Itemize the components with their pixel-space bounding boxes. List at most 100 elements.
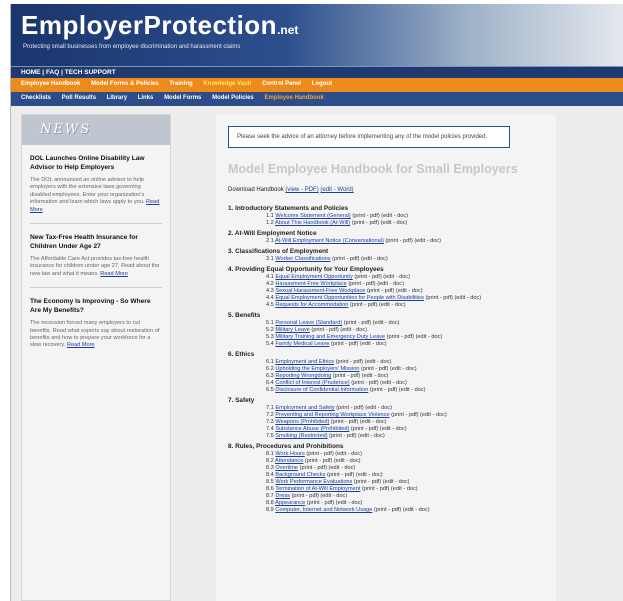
policy-link[interactable]: Employment and Safety [275,405,334,411]
nav-employee-handbook[interactable]: Employee Handbook [21,81,80,87]
main-content: Please seek the advice of an attorney be… [216,114,556,601]
subnav-model-forms[interactable]: Model Forms [164,95,201,101]
policy-link[interactable]: Computer, Internet and Network Usage [275,507,372,513]
policy-link[interactable]: Smoking (Restricted) [275,433,327,439]
policy-link[interactable]: Upholding the Employers' Mission [275,366,359,372]
policy-formats[interactable]: (print - pdf) (edit - doc) [362,486,418,492]
top-nav-tech-support[interactable]: TECH SUPPORT [65,69,116,76]
policy-link[interactable]: Attendance [275,458,303,464]
handbook-item: 8.6 Termination of At-Will Employment (p… [228,486,556,493]
subnav-library[interactable]: Library [107,95,127,101]
policy-formats[interactable]: (print - pdf) (edit - doc) [350,302,406,308]
policy-formats[interactable]: (print - pdf) (edit - doc) [367,288,423,294]
policy-link[interactable]: Equal Employment Opportunities for Peopl… [275,295,424,301]
policy-formats[interactable]: (print - pdf) (edit - doc) [361,366,417,372]
policy-link[interactable]: Disclosure of Confidential Information [275,387,368,393]
policy-formats[interactable]: (print - pdf) (edit - doc) [351,426,407,432]
policy-link[interactable]: At-Will Employment Notice (Conversationa… [275,238,384,244]
policy-formats[interactable]: (print - pdf) (edit - doc) [300,465,356,471]
news-headline[interactable]: The Economy Is Improving - So Where Are … [30,298,162,315]
read-more-link[interactable]: Read More [100,271,128,277]
policy-link[interactable]: About This Handbook (At-Will) [275,220,350,226]
policy-formats[interactable]: (print - pdf) (edit - doc) [387,334,443,340]
policy-formats[interactable]: (print - pdf) (edit - doc) [391,412,447,418]
download-pdf-link[interactable]: (view - PDF) [285,187,318,193]
nav-logout[interactable]: Logout [312,81,332,87]
policy-link[interactable]: Equal Employment Opportunity [275,274,352,280]
policy-link[interactable]: Substance Abuse (Prohibited) [275,426,349,432]
subnav-model-policies[interactable]: Model Policies [212,95,254,101]
policy-formats[interactable]: (print - pdf) (edit - doc) [336,359,392,365]
policy-link[interactable]: Worker Classifications [275,256,330,262]
policy-link[interactable]: Military Training and Emergency Duty Lea… [275,334,385,340]
policy-link[interactable]: Work Performance Evaluations [275,479,352,485]
policy-formats[interactable]: (print - pdf) (edit - doc) [331,419,387,425]
top-nav-home[interactable]: HOME [21,69,41,76]
read-more-link[interactable]: Read More [67,342,95,348]
subnav-checklists[interactable]: Checklists [21,95,51,101]
item-number: 1.1 [266,213,274,219]
news-headline[interactable]: DOL Launches Online Disability Law Advis… [30,155,162,172]
policy-link[interactable]: Reporting Wrongdoing [275,373,331,379]
policy-formats[interactable]: (print - pdf) (edit - doc) [351,380,407,386]
policy-link[interactable]: Family Medical Leave [275,341,329,347]
section-name: At-Will Employment Notice [234,230,317,237]
policy-link[interactable]: Conflict of Interest (Prudence) [275,380,349,386]
subnav-employee-handbook[interactable]: Employee Handbook [264,95,323,101]
policy-link[interactable]: Appearance [275,500,305,506]
policy-formats[interactable]: (print - pdf) (edit - doc) [331,341,387,347]
policy-formats[interactable]: (print - pdf) (edit - doc) [354,274,410,280]
subnav-links[interactable]: Links [138,95,154,101]
nav-knowledge-vault[interactable]: Knowledge Vault [203,81,251,87]
section-number: 3. [228,248,234,255]
policy-link[interactable]: Sexual Harassment-Free Workplace [275,288,365,294]
nav-control-panel[interactable]: Control Panel [262,81,301,87]
policy-link[interactable]: Termination of At-Will Employment [275,486,360,492]
policy-formats[interactable]: (print - pdf) (edit - doc) [311,327,367,333]
policy-link[interactable]: Harassment-Free Workplace [275,281,346,287]
policy-formats[interactable]: (print - pdf) (edit - doc) [344,320,400,326]
policy-formats[interactable]: (print - pdf) (edit - doc) [426,295,482,301]
policy-link[interactable]: Welcome Statement (General) [275,213,350,219]
policy-formats[interactable]: (print - pdf) (edit - doc) [307,500,363,506]
news-item: New Tax-Free Health Insurance for Childr… [30,234,162,278]
policy-link[interactable]: Weapons (Prohibited) [275,419,329,425]
policy-formats[interactable]: (print - pdf) (edit - doc) [333,373,389,379]
policy-formats[interactable]: (print - pdf) (edit - doc) [292,493,348,499]
policy-formats[interactable]: (print - pdf) (edit - doc) [332,256,388,262]
policy-formats[interactable]: (print - pdf) (edit - doc) [354,479,410,485]
nav-model-forms-policies[interactable]: Model Forms & Policies [91,81,159,87]
policy-formats[interactable]: (print - pdf) (edit - doc) [336,405,392,411]
policy-link[interactable]: Employment and Ethics [275,359,334,365]
policy-link[interactable]: Overtime [275,465,298,471]
policy-link[interactable]: Requests for Accommodation [275,302,348,308]
policy-link[interactable]: Personal Leave (Standard) [275,320,342,326]
download-word-link[interactable]: (edit - Word) [320,187,353,193]
policy-link[interactable]: Work Hours [275,451,304,457]
policy-formats[interactable]: (print - pdf) (edit - doc) [348,281,404,287]
policy-formats[interactable]: (print - pdf) (edit - doc) [327,472,383,478]
policy-formats[interactable]: (print - pdf) (edit - doc) [329,433,385,439]
policy-link[interactable]: Military Leave [275,327,310,333]
policy-formats[interactable]: (print - pdf) (edit - doc) [374,507,430,513]
policy-formats[interactable]: (print - pdf) (edit - doc) [370,387,426,393]
handbook-item: 7.2 Preventing and Reporting Workplace V… [228,412,556,419]
top-nav-faq[interactable]: FAQ [46,69,59,76]
policy-formats[interactable]: (print - pdf) (edit - doc) [305,458,361,464]
item-number: 5.3 [266,334,274,340]
page: EmployerProtection.net Protecting small … [10,4,623,601]
policy-link[interactable]: Dress [275,493,290,499]
policy-formats[interactable]: (print - pdf) (edit - doc) [306,451,362,457]
news-headline[interactable]: New Tax-Free Health Insurance for Childr… [30,234,162,251]
nav-training[interactable]: Training [169,81,192,87]
policy-formats[interactable]: (print - pdf) (edit - doc) [352,220,408,226]
item-number: 6.4 [266,380,274,386]
site-logo[interactable]: EmployerProtection.net [21,10,298,41]
section-number: 4. [228,266,234,273]
policy-formats[interactable]: (print - pdf) (edit - doc) [352,213,408,219]
policy-formats[interactable]: (print - pdf) (edit - doc) [385,238,441,244]
subnav-poll-results[interactable]: Poll Results [62,95,96,101]
site-header: EmployerProtection.net Protecting small … [11,4,623,66]
policy-link[interactable]: Preventing and Reporting Workplace Viole… [275,412,389,418]
policy-link[interactable]: Background Checks [275,472,325,478]
